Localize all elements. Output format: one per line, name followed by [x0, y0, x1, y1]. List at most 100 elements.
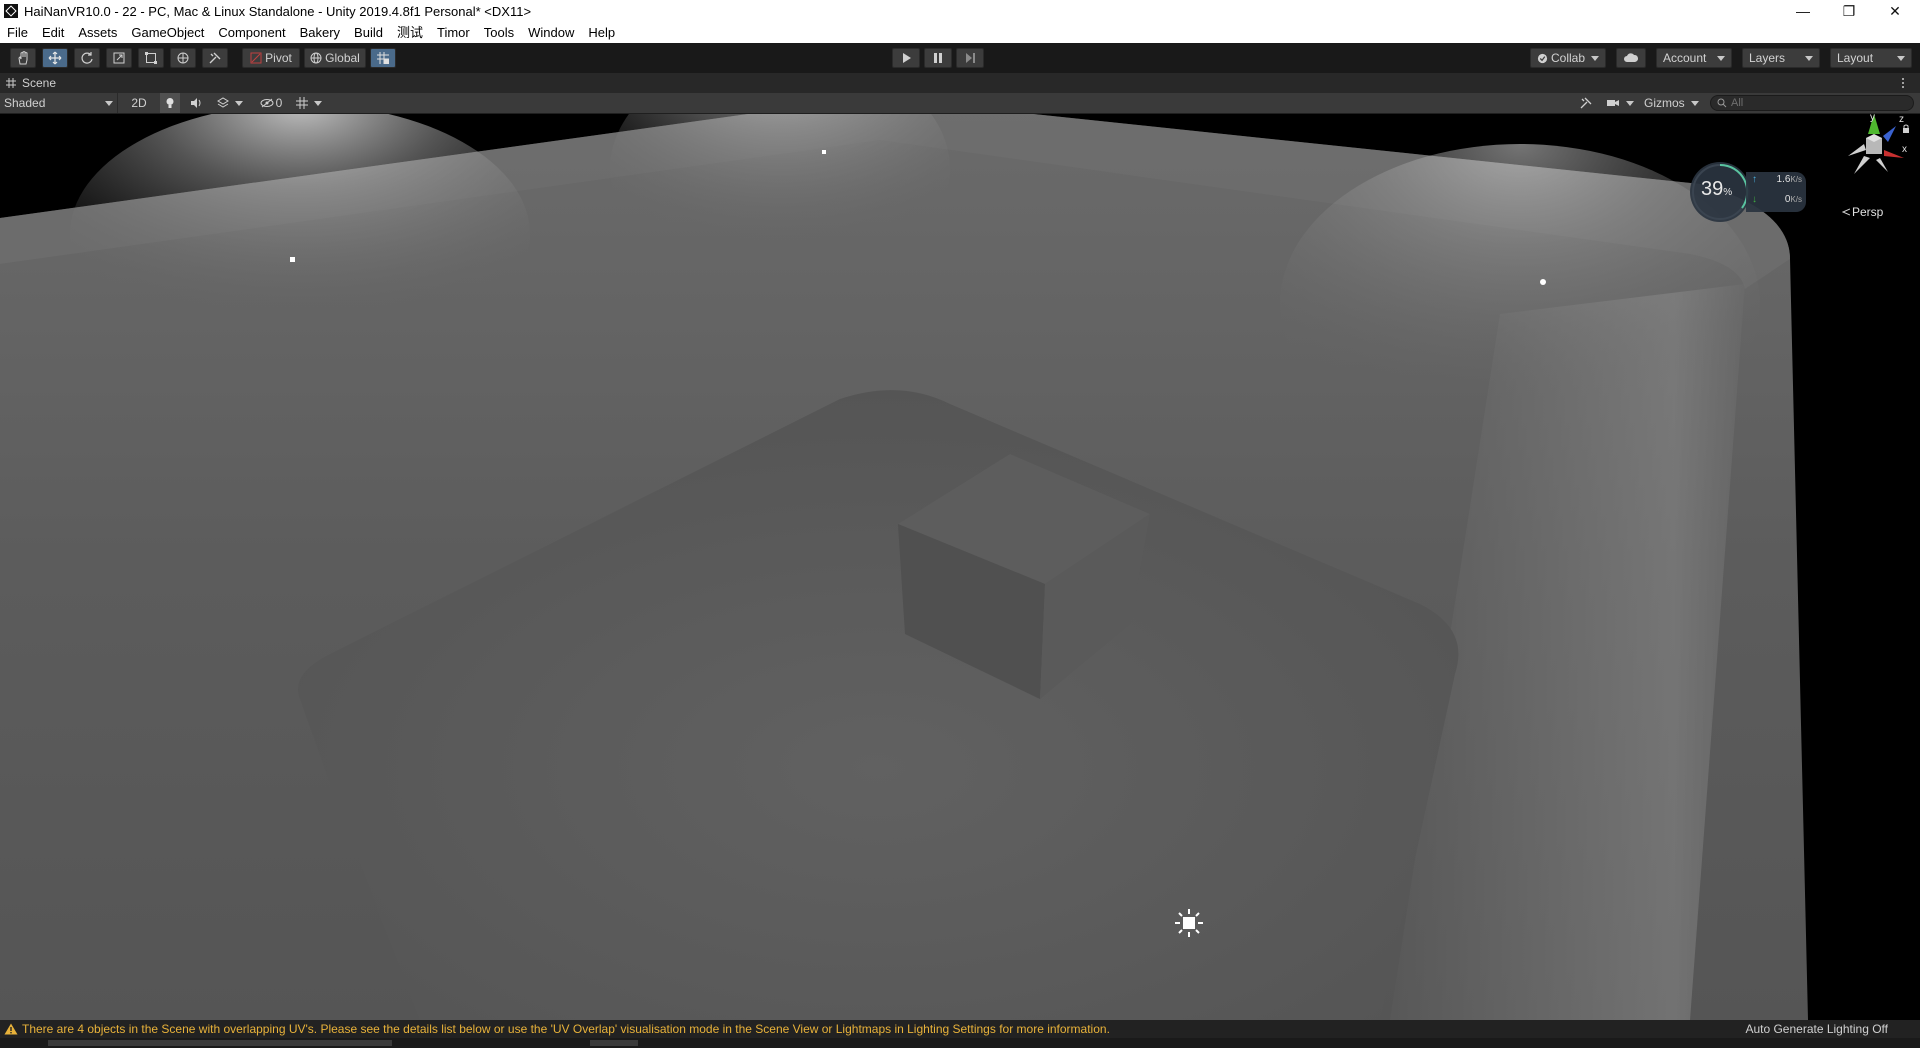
orientation-gizmo[interactable]: y z x: [1836, 114, 1920, 194]
gizmos-label: Gizmos: [1644, 96, 1685, 110]
scale-tool-button[interactable]: [106, 48, 132, 68]
axis-y-label: y: [1870, 114, 1875, 123]
move-tool-button[interactable]: [42, 48, 68, 68]
menu-bar: File Edit Assets GameObject Component Ba…: [0, 22, 1920, 44]
play-button[interactable]: [892, 48, 920, 68]
cloud-button[interactable]: [1616, 48, 1646, 68]
window-title: HaiNanVR10.0 - 22 - PC, Mac & Linux Stan…: [24, 3, 532, 19]
transform-tool-button[interactable]: [170, 48, 196, 68]
directional-light-icon[interactable]: [1174, 908, 1204, 938]
effects-dropdown[interactable]: [212, 93, 248, 113]
scene-view-toolbar: Shaded 2D 0 Gizmos All: [0, 93, 1920, 114]
upload-arrow-icon: ↑: [1752, 174, 1757, 185]
account-dropdown[interactable]: Account: [1656, 48, 1732, 68]
projection-label: Persp: [1852, 205, 1884, 219]
menu-build[interactable]: Build: [347, 22, 390, 43]
perspective-icon: [1842, 208, 1850, 216]
globe-icon: [310, 52, 322, 64]
scene-tab-strip: Scene: [0, 73, 1920, 93]
pivot-icon: [250, 52, 262, 64]
effects-layers-icon: [217, 97, 229, 108]
scene-search-field[interactable]: All: [1710, 95, 1914, 111]
auto-lighting-status[interactable]: Auto Generate Lighting Off: [1745, 1022, 1888, 1036]
tools-icon: [1580, 97, 1592, 109]
status-bar[interactable]: There are 4 objects in the Scene with ov…: [0, 1020, 1920, 1038]
tab-scene[interactable]: Scene: [6, 73, 56, 93]
status-warning-message[interactable]: There are 4 objects in the Scene with ov…: [22, 1022, 1110, 1036]
monitor-percent: 39%: [1701, 178, 1733, 200]
camera-icon: [1607, 100, 1619, 106]
minimize-button[interactable]: —: [1780, 0, 1826, 22]
menu-component[interactable]: Component: [211, 22, 292, 43]
search-icon: [1717, 98, 1727, 108]
pause-icon: [934, 53, 942, 63]
play-icon: [903, 53, 911, 63]
warning-icon: [4, 1023, 18, 1035]
scene-search-placeholder: All: [1731, 97, 1744, 109]
scene-grid-icon: [6, 78, 16, 88]
step-button[interactable]: [956, 48, 984, 68]
close-button[interactable]: ✕: [1872, 0, 1918, 22]
hand-icon: [18, 51, 28, 65]
menu-gameobject[interactable]: GameObject: [124, 22, 211, 43]
rect-tool-button[interactable]: [138, 48, 164, 68]
gizmos-dropdown[interactable]: Gizmos: [1640, 93, 1702, 113]
menu-window[interactable]: Window: [521, 22, 581, 43]
lock-icon[interactable]: [1902, 124, 1910, 134]
scene-tab-label: Scene: [22, 76, 57, 90]
progress-track: [48, 1040, 392, 1046]
draw-mode-dropdown[interactable]: Shaded: [0, 93, 118, 113]
rotate-tool-button[interactable]: [74, 48, 100, 68]
wrench-icon: [209, 52, 221, 64]
panel-menu-icon[interactable]: [1900, 77, 1906, 89]
projection-toggle[interactable]: Persp: [1842, 205, 1883, 219]
scale-icon: [113, 52, 125, 64]
toggle-2d-button[interactable]: 2D: [126, 93, 152, 113]
global-label: Global: [325, 51, 360, 65]
progress-segment: [590, 1040, 638, 1046]
menu-file[interactable]: File: [0, 22, 35, 43]
menu-edit[interactable]: Edit: [35, 22, 71, 43]
axis-x-label: x: [1902, 144, 1907, 155]
menu-timor[interactable]: Timor: [430, 22, 477, 43]
draw-mode-label: Shaded: [4, 96, 46, 110]
collab-label: Collab: [1550, 51, 1586, 65]
custom-tool-button[interactable]: [202, 48, 228, 68]
account-label: Account: [1663, 51, 1707, 65]
layers-dropdown[interactable]: Layers: [1742, 48, 1820, 68]
scene-viewport[interactable]: y z x Persp 39% ↑ 1.6K/s ↓ 0K/s: [0, 114, 1920, 1020]
scene-tools-button[interactable]: [1576, 93, 1596, 113]
download-arrow-icon: ↓: [1752, 194, 1757, 205]
layout-dropdown[interactable]: Layout: [1830, 48, 1912, 68]
pause-button[interactable]: [924, 48, 952, 68]
layers-label: Layers: [1749, 51, 1786, 65]
grid-snap-toggle[interactable]: [370, 48, 396, 68]
global-toggle[interactable]: Global: [304, 48, 366, 68]
download-rate: ↓ 0K/s: [1752, 194, 1802, 205]
menu-tools[interactable]: Tools: [477, 22, 521, 43]
pivot-toggle[interactable]: Pivot: [242, 48, 300, 68]
menu-help[interactable]: Help: [581, 22, 622, 43]
window-title-bar: HaiNanVR10.0 - 22 - PC, Mac & Linux Stan…: [0, 0, 1920, 22]
hidden-count: 0: [275, 96, 283, 110]
menu-assets[interactable]: Assets: [71, 22, 124, 43]
restore-button[interactable]: ❐: [1826, 0, 1872, 22]
grid-dropdown[interactable]: [292, 93, 326, 113]
hand-tool-button[interactable]: [10, 48, 36, 68]
rotate-icon: [81, 52, 93, 64]
menu-bakery[interactable]: Bakery: [293, 22, 347, 43]
cloud-icon: [1624, 53, 1639, 62]
transform-icon: [177, 52, 189, 64]
lighting-toggle[interactable]: [160, 93, 180, 113]
check-circle-icon: [1537, 53, 1548, 63]
network-monitor-widget[interactable]: 39% ↑ 1.6K/s ↓ 0K/s: [1690, 162, 1808, 222]
collab-dropdown[interactable]: Collab: [1530, 48, 1606, 68]
layout-label: Layout: [1837, 51, 1874, 65]
menu-test[interactable]: 测试: [390, 22, 430, 43]
audio-toggle[interactable]: [186, 93, 206, 113]
hidden-objects-toggle[interactable]: 0: [256, 93, 286, 113]
camera-dropdown[interactable]: [1604, 93, 1636, 113]
grid-snap-icon: [377, 52, 389, 64]
rect-icon: [145, 52, 157, 64]
bottom-strip: [0, 1038, 1920, 1048]
